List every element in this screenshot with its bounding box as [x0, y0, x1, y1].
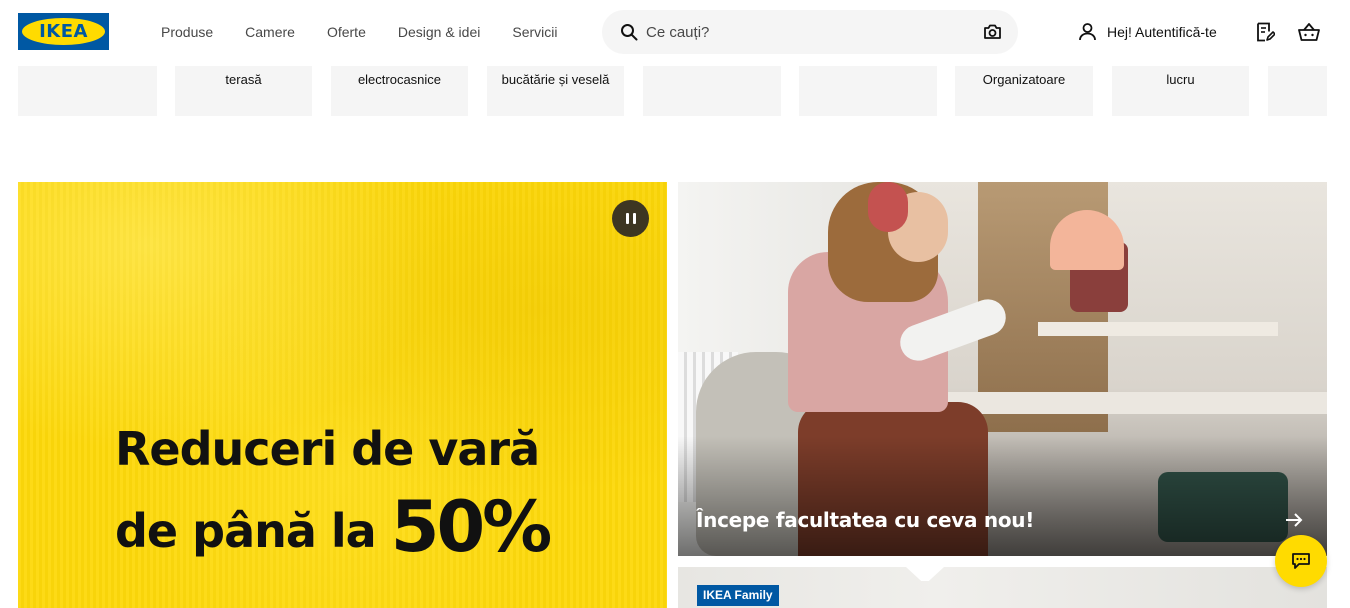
back-to-school-banner[interactable]: Începe facultatea cu ceva nou! — [678, 182, 1327, 556]
shopping-list-icon[interactable] — [1255, 22, 1275, 42]
category-card[interactable]: lucru — [1112, 66, 1249, 116]
scene-headphones — [868, 182, 908, 232]
main-nav: Produse Camere Oferte Design & idei Serv… — [161, 24, 589, 40]
category-label: lucru — [1166, 72, 1195, 87]
nav-oferte[interactable]: Oferte — [327, 24, 366, 40]
search-bar[interactable] — [602, 10, 1018, 54]
category-label: electrocasnice — [357, 72, 442, 87]
category-card[interactable]: terasă — [175, 66, 312, 116]
image-gradient-overlay — [678, 436, 1327, 556]
chat-button[interactable] — [1275, 535, 1327, 587]
arrow-right-icon[interactable] — [1284, 512, 1304, 528]
category-card[interactable] — [1268, 66, 1327, 116]
category-label: Organizatoare — [982, 72, 1066, 87]
promo-headline: Reduceri de vară — [115, 422, 540, 476]
category-card[interactable] — [799, 66, 937, 116]
cart-icon[interactable] — [1298, 22, 1320, 42]
nav-servicii[interactable]: Servicii — [512, 24, 557, 40]
scene-lamp-shade — [906, 567, 944, 581]
search-icon[interactable] — [620, 23, 638, 41]
promo-prefix: de până la — [115, 504, 377, 558]
ikea-family-badge: IKEA Family — [697, 585, 779, 606]
ikea-family-card[interactable]: IKEA Family — [678, 567, 1327, 608]
scene-desk — [938, 392, 1327, 414]
category-label: bucătărie și veselă — [501, 72, 610, 87]
pause-button[interactable] — [612, 200, 649, 237]
summer-sale-banner[interactable]: Reduceri de vară de până la 50% — [18, 182, 667, 608]
login-label: Hej! Autentifică-te — [1107, 23, 1217, 40]
logo-text: IKEA — [39, 21, 88, 42]
scene-desk-shelf — [1038, 322, 1278, 336]
category-card[interactable] — [18, 66, 157, 116]
category-card[interactable] — [643, 66, 781, 116]
pause-icon — [625, 213, 629, 224]
category-card[interactable]: bucătărie și veselă — [487, 66, 624, 116]
nav-produse[interactable]: Produse — [161, 24, 213, 40]
nav-camere[interactable]: Camere — [245, 24, 295, 40]
pause-icon — [632, 213, 636, 224]
category-strip: terasă electrocasnice bucătărie și vesel… — [0, 66, 1350, 116]
nav-design-idei[interactable]: Design & idei — [398, 24, 481, 40]
search-input[interactable] — [646, 10, 966, 54]
category-label: terasă — [225, 72, 262, 87]
banner-caption: Începe facultatea cu ceva nou! — [696, 508, 1035, 532]
camera-icon[interactable] — [983, 23, 1002, 41]
chat-icon — [1292, 553, 1310, 569]
category-card[interactable]: Organizatoare — [955, 66, 1093, 116]
login-link[interactable]: Hej! Autentifică-te — [1078, 22, 1217, 41]
promo-percent: 50% — [390, 486, 553, 568]
logo-oval: IKEA — [22, 18, 105, 45]
category-card[interactable]: electrocasnice — [331, 66, 468, 116]
promo-subheadline: de până la 50% — [115, 482, 552, 568]
site-header: IKEA Produse Camere Oferte Design & idei… — [0, 0, 1350, 66]
user-icon — [1079, 23, 1096, 41]
ikea-logo[interactable]: IKEA — [18, 13, 109, 50]
